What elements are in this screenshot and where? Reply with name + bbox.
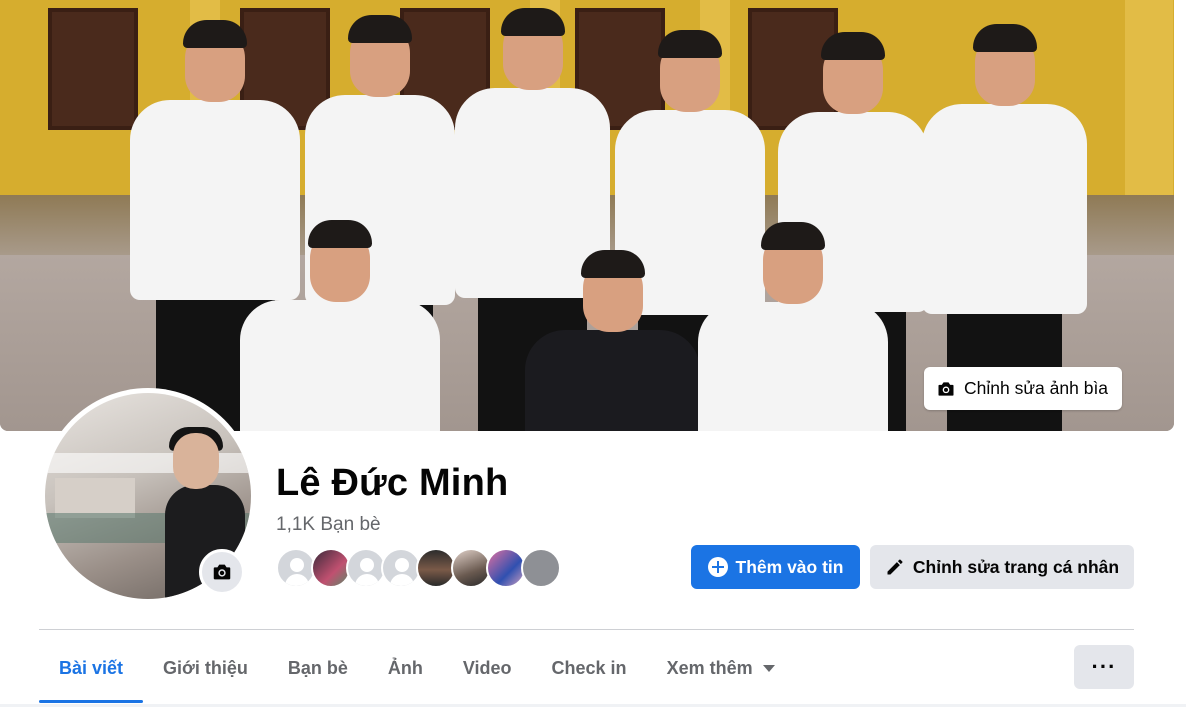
camera-icon	[938, 381, 954, 396]
tab-photos[interactable]: Ảnh	[368, 636, 443, 700]
tab-about[interactable]: Giới thiệu	[143, 636, 268, 700]
tab-posts[interactable]: Bài viết	[39, 636, 144, 703]
profile-page: Chỉnh sửa ảnh bìa Lê Đức Minh 1,1K Bạn b…	[0, 0, 1186, 707]
caret-down-icon	[762, 664, 775, 672]
divider	[39, 629, 1134, 630]
cover-photo[interactable]: Chỉnh sửa ảnh bìa	[0, 0, 1174, 431]
friend-avatar[interactable]	[486, 548, 526, 588]
friend-avatar[interactable]	[381, 548, 421, 588]
profile-name: Lê Đức Minh	[276, 462, 509, 504]
tab-check-ins[interactable]: Check in	[532, 636, 647, 700]
tab-more[interactable]: Xem thêm	[647, 636, 795, 700]
friend-avatar[interactable]	[521, 548, 561, 588]
friend-avatar[interactable]	[346, 548, 386, 588]
friend-avatar[interactable]	[416, 548, 456, 588]
more-options-button[interactable]: ···	[1074, 645, 1134, 689]
edit-cover-button[interactable]: Chỉnh sửa ảnh bìa	[924, 367, 1123, 410]
friend-avatar[interactable]	[311, 548, 351, 588]
friend-count-link[interactable]: 1,1K Bạn bè	[276, 514, 381, 536]
tab-videos[interactable]: Video	[443, 636, 532, 700]
friend-avatar[interactable]	[276, 548, 316, 588]
tab-friends[interactable]: Bạn bè	[268, 636, 368, 700]
update-profile-picture-button[interactable]	[199, 549, 245, 595]
edit-profile-button[interactable]: Chỉnh sửa trang cá nhân	[870, 545, 1134, 589]
edit-profile-label: Chỉnh sửa trang cá nhân	[912, 556, 1120, 577]
friend-avatar[interactable]	[451, 548, 491, 588]
edit-cover-label: Chỉnh sửa ảnh bìa	[964, 378, 1109, 398]
camera-icon	[213, 564, 231, 580]
add-to-story-label: Thêm vào tin	[735, 556, 844, 577]
pencil-icon	[887, 559, 903, 575]
plus-circle-icon	[707, 557, 728, 577]
add-to-story-button[interactable]: Thêm vào tin	[691, 545, 860, 589]
profile-tabs: Bài viết Giới thiệu Bạn bè Ảnh Video Che…	[39, 636, 795, 706]
